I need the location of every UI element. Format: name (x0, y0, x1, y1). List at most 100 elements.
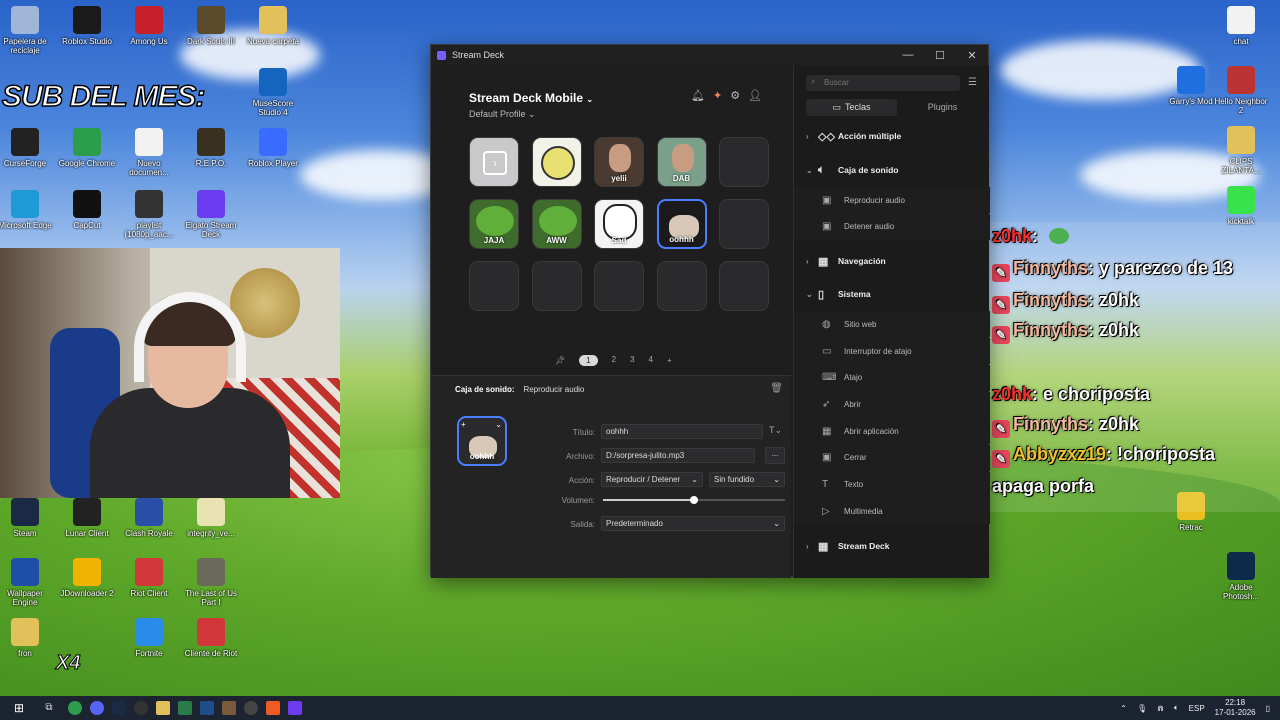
trash-icon[interactable]: 🗑︎ (770, 383, 783, 394)
app-icon[interactable] (178, 701, 192, 715)
category-header[interactable]: › ▦ Stream Deck (794, 533, 990, 559)
page-button[interactable]: 4 (649, 355, 653, 366)
desktop-shortcut[interactable]: Adobe Photosh... (1212, 552, 1270, 601)
desktop-shortcut[interactable]: Among Us (120, 6, 178, 46)
desktop-shortcut[interactable]: CurseForge (0, 128, 54, 168)
discord-icon[interactable] (90, 701, 104, 715)
add-page-button[interactable]: + (667, 356, 672, 365)
minimize-button[interactable]: — (892, 49, 924, 62)
gear-icon[interactable]: ⚙ (730, 89, 740, 102)
task-view-icon[interactable]: ⧉ (38, 701, 60, 715)
title-input[interactable]: oohhh (601, 424, 763, 439)
list-view-icon[interactable]: ☰ (968, 77, 977, 88)
category-header[interactable]: ⌄ 🔈︎ Caja de sonido (794, 157, 990, 183)
desktop-shortcut[interactable]: JDownloader 2 (58, 558, 116, 598)
preview-key[interactable]: + ⌄ oohhh (457, 416, 507, 466)
volume-slider[interactable] (603, 496, 785, 504)
chevron-down-icon[interactable]: ⌄ (495, 420, 502, 429)
bell-icon[interactable]: 🔔︎ (691, 89, 705, 102)
profile-selector[interactable]: Default Profile ⌄ (469, 109, 536, 120)
wifi-icon[interactable]: ⋒ (1157, 704, 1164, 713)
chrome-icon[interactable] (68, 701, 82, 715)
desktop-shortcut[interactable]: MuseScore Studio 4 (244, 68, 302, 117)
page-button[interactable]: 1 (579, 355, 598, 366)
microphone-icon[interactable]: 🎙︎ (1137, 704, 1147, 713)
desktop-shortcut[interactable]: kicktalk (1212, 186, 1270, 226)
start-icon[interactable]: ⊞ (8, 701, 30, 715)
action-item[interactable]: ▣ Cerrar (794, 444, 990, 471)
desktop-shortcut[interactable]: chat (1212, 6, 1270, 46)
deck-key[interactable]: JAJA (469, 199, 519, 249)
desktop-shortcut[interactable]: Steam (0, 498, 54, 538)
desktop-shortcut[interactable]: Elgato Stream Deck (182, 190, 240, 239)
deck-key[interactable]: oohhh (656, 199, 707, 249)
stream-deck-taskbar-icon[interactable] (288, 701, 302, 715)
desktop-shortcut[interactable]: Roblox Studio (58, 6, 116, 46)
deck-key[interactable]: › (469, 137, 519, 187)
steam-icon[interactable] (112, 701, 126, 715)
user-icon[interactable]: 👤︎ (748, 89, 762, 102)
desktop-shortcut[interactable]: Fortnite (120, 618, 178, 658)
deck-key[interactable] (531, 261, 582, 311)
deck-key[interactable] (469, 261, 519, 311)
desktop-shortcut[interactable]: fron (0, 618, 54, 658)
desktop-shortcut[interactable]: R.E.P.O. (182, 128, 240, 168)
desktop-shortcut[interactable]: playlist (1080p_aac... (120, 190, 178, 239)
deck-key[interactable] (719, 199, 769, 249)
action-item[interactable]: ▦ Abrir aplicación (794, 418, 990, 445)
obs-icon[interactable] (134, 701, 148, 715)
category-header[interactable]: › ◇◇ Acción múltiple (794, 123, 990, 149)
desktop-shortcut[interactable]: Microsoft Edge (0, 190, 54, 230)
desktop-shortcut[interactable]: Clash Royale (120, 498, 178, 538)
minecraft-icon[interactable] (222, 701, 236, 715)
desktop-shortcut[interactable]: Riot Client (120, 558, 178, 598)
action-item[interactable]: ⌨ Atajo (794, 364, 990, 391)
close-button[interactable]: ✕ (956, 49, 988, 62)
desktop-shortcut[interactable]: Cliente de Riot (182, 618, 240, 658)
deck-key[interactable] (531, 137, 582, 187)
notification-icon[interactable]: ▯ (1266, 704, 1270, 713)
category-header[interactable]: › ▦ Navegación (794, 248, 990, 274)
desktop-shortcut[interactable]: integrity_ve... (182, 498, 240, 538)
page-button[interactable]: 2 (612, 355, 616, 366)
category-header[interactable]: ⌄ ▯ Sistema (794, 281, 990, 307)
desktop-shortcut[interactable]: Lunar Client (58, 498, 116, 538)
deck-key[interactable]: AWW (531, 199, 582, 249)
file-input[interactable]: D:/sorpresa-julito.mp3 (601, 448, 755, 463)
search-input[interactable]: ⌕ Buscar (806, 75, 960, 91)
desktop-shortcut[interactable]: Dark Souls III (182, 6, 240, 46)
speaker-icon[interactable]: 🔈︎ (1174, 703, 1179, 713)
action-select[interactable]: Reproducir / Detener ⌄ (601, 472, 703, 487)
file-explorer-icon[interactable] (156, 701, 170, 715)
desktop-shortcut[interactable]: CapCut (58, 190, 116, 230)
action-item[interactable]: ▭ Interruptor de atajo (794, 338, 990, 365)
deck-key[interactable] (719, 137, 769, 187)
deck-key[interactable] (719, 261, 769, 311)
browse-button[interactable]: ... (765, 447, 785, 464)
desktop-shortcut[interactable]: Nueva carpeta (244, 6, 302, 46)
desktop-shortcut[interactable]: Nuevo documen... (120, 128, 178, 177)
desktop-shortcut[interactable]: CLIPS ZILANTA... (1212, 126, 1270, 175)
language-indicator[interactable]: ESP (1189, 704, 1205, 713)
action-item[interactable]: ➶ Abrir (794, 391, 990, 418)
page-button[interactable]: 3 (630, 355, 634, 366)
action-item[interactable]: ▷ Multimedia (794, 498, 990, 525)
marketplace-icon[interactable]: ✦ (713, 89, 722, 102)
action-item[interactable]: ◍ Sitio web (794, 311, 990, 338)
pin-icon[interactable]: 📌︎ (555, 356, 565, 365)
maximize-button[interactable]: ☐ (924, 49, 956, 62)
desktop-shortcut[interactable]: Hello Neighbor 2 (1212, 66, 1270, 115)
desktop-shortcut[interactable]: Wallpaper Engine (0, 558, 54, 607)
tab-plugins[interactable]: Plugins (897, 99, 988, 116)
deck-key[interactable]: Sad (594, 199, 644, 249)
fade-select[interactable]: Sin fundido ⌄ (709, 472, 785, 487)
deck-key[interactable]: yelii (594, 137, 644, 187)
action-item[interactable]: T Texto (794, 471, 990, 498)
steam-icon[interactable] (200, 701, 214, 715)
desktop-shortcut[interactable]: The Last of Us Part I (182, 558, 240, 607)
action-item[interactable]: ▣ Reproducir audio (794, 187, 990, 213)
chevron-up-icon[interactable]: ⌃ (1120, 704, 1127, 713)
desktop-shortcut[interactable]: Roblox Player (244, 128, 302, 168)
output-select[interactable]: Predeterminado ⌄ (601, 516, 785, 531)
device-selector[interactable]: Stream Deck Mobile ⌄ (469, 91, 593, 105)
